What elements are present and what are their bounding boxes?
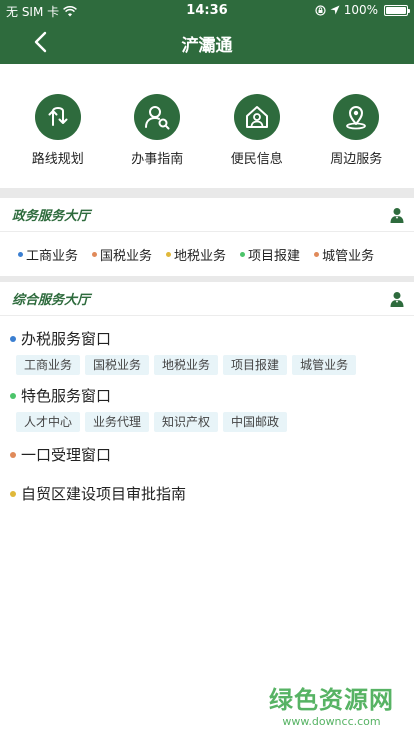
status-right: 100% [315,3,410,17]
color-dot [10,392,16,399]
route-arrows-icon [34,94,81,140]
user-search-icon [134,94,181,140]
location-arrow-icon [330,5,340,15]
quick-service-guide[interactable]: 办事指南 [109,64,205,188]
nav-bar: 浐灞通 [0,20,414,64]
section-title: 综合服务大厅 [12,293,91,308]
location-pin-icon [333,94,380,140]
quick-nearby-services[interactable]: 周边服务 [308,64,404,188]
gov-item-urban-management[interactable]: 城管业务 [314,245,374,264]
quick-label: 便民信息 [230,152,283,167]
window-label: 自贸区建设项目审批指南 [21,485,187,503]
tag-list: 工商业务 国税业务 地税业务 项目报建 城管业务 [0,355,414,375]
tag-list: 人才中心 业务代理 知识产权 中国邮政 [0,412,414,432]
color-dot [10,451,16,458]
section-divider [0,188,414,198]
tag-item[interactable]: 地税业务 [154,355,219,375]
quick-label: 路线规划 [31,152,84,167]
tag-item[interactable]: 中国邮政 [223,412,288,432]
tag-item[interactable]: 城管业务 [292,355,357,375]
color-dot [10,335,16,342]
gov-service-hall: 政务服务大厅 工商业务 国税业务 地税业务 项目报建 城管业务 [0,198,414,276]
gov-business-list: 工商业务 国税业务 地税业务 项目报建 城管业务 [0,232,414,276]
gov-item-national-tax[interactable]: 国税业务 [92,245,152,264]
quick-civic-info[interactable]: 便民信息 [209,64,305,188]
color-dot [240,251,246,257]
color-dot [314,251,320,257]
window-label: 办税服务窗口 [21,330,112,348]
gov-item-label: 城管业务 [322,248,375,264]
window-block: 办税服务窗口 工商业务 国税业务 地税业务 项目报建 城管业务 [0,316,414,375]
tag-item[interactable]: 国税业务 [85,355,150,375]
tag-item[interactable]: 业务代理 [85,412,150,432]
watermark-text: 绿色资源网 [269,686,394,714]
section-header: 综合服务大厅 [0,282,414,316]
section-title: 政务服务大厅 [12,209,91,224]
gov-item-icbc[interactable]: 工商业务 [18,245,78,264]
window-label: 特色服务窗口 [21,387,112,405]
window-one-stop[interactable]: 一口受理窗口 [0,444,414,465]
tag-item[interactable]: 项目报建 [223,355,288,375]
quick-label: 周边服务 [330,152,383,167]
color-dot [10,490,16,497]
section-header: 政务服务大厅 [0,198,414,232]
window-special-service[interactable]: 特色服务窗口 [0,385,414,406]
status-bar: 无 SIM 卡 14:36 100% [0,0,414,20]
window-block: 特色服务窗口 人才中心 业务代理 知识产权 中国邮政 [0,375,414,432]
home-person-icon [233,94,280,140]
gov-item-label: 工商业务 [26,248,79,264]
color-dot [92,251,98,257]
gov-item-project-filing[interactable]: 项目报建 [240,245,300,264]
general-service-hall: 综合服务大厅 办税服务窗口 工商业务 国税业务 地税业务 项目报建 城管业务 特… [0,282,414,504]
gov-item-label: 地税业务 [174,248,227,264]
window-ftz-guide[interactable]: 自贸区建设项目审批指南 [0,483,414,504]
rotation-lock-icon [315,4,326,16]
quick-label: 办事指南 [131,152,184,167]
tag-item[interactable]: 工商业务 [16,355,81,375]
battery-text: 100% [343,3,378,17]
window-label: 一口受理窗口 [21,446,112,464]
gov-item-label: 项目报建 [248,248,301,264]
watermark: 绿色资源网 www.downcc.com [269,680,394,728]
service-staff-icon[interactable] [390,207,404,223]
color-dot [166,251,172,257]
service-staff-icon[interactable] [390,291,404,307]
watermark-url: www.downcc.com [282,715,381,728]
tag-item[interactable]: 知识产权 [154,412,219,432]
tag-item[interactable]: 人才中心 [16,412,81,432]
battery-icon [384,4,410,16]
window-block: 自贸区建设项目审批指南 [0,465,414,504]
battery-fill [386,6,406,14]
window-tax-service[interactable]: 办税服务窗口 [0,328,414,349]
color-dot [18,251,23,257]
gov-item-label: 国税业务 [100,248,153,264]
window-block: 一口受理窗口 [0,432,414,465]
quick-route-planning[interactable]: 路线规划 [10,64,106,188]
page-title: 浐灞通 [181,36,233,56]
gov-item-local-tax[interactable]: 地税业务 [166,245,226,264]
quick-entries: 路线规划 办事指南 便民信息 周边服务 [0,64,414,188]
